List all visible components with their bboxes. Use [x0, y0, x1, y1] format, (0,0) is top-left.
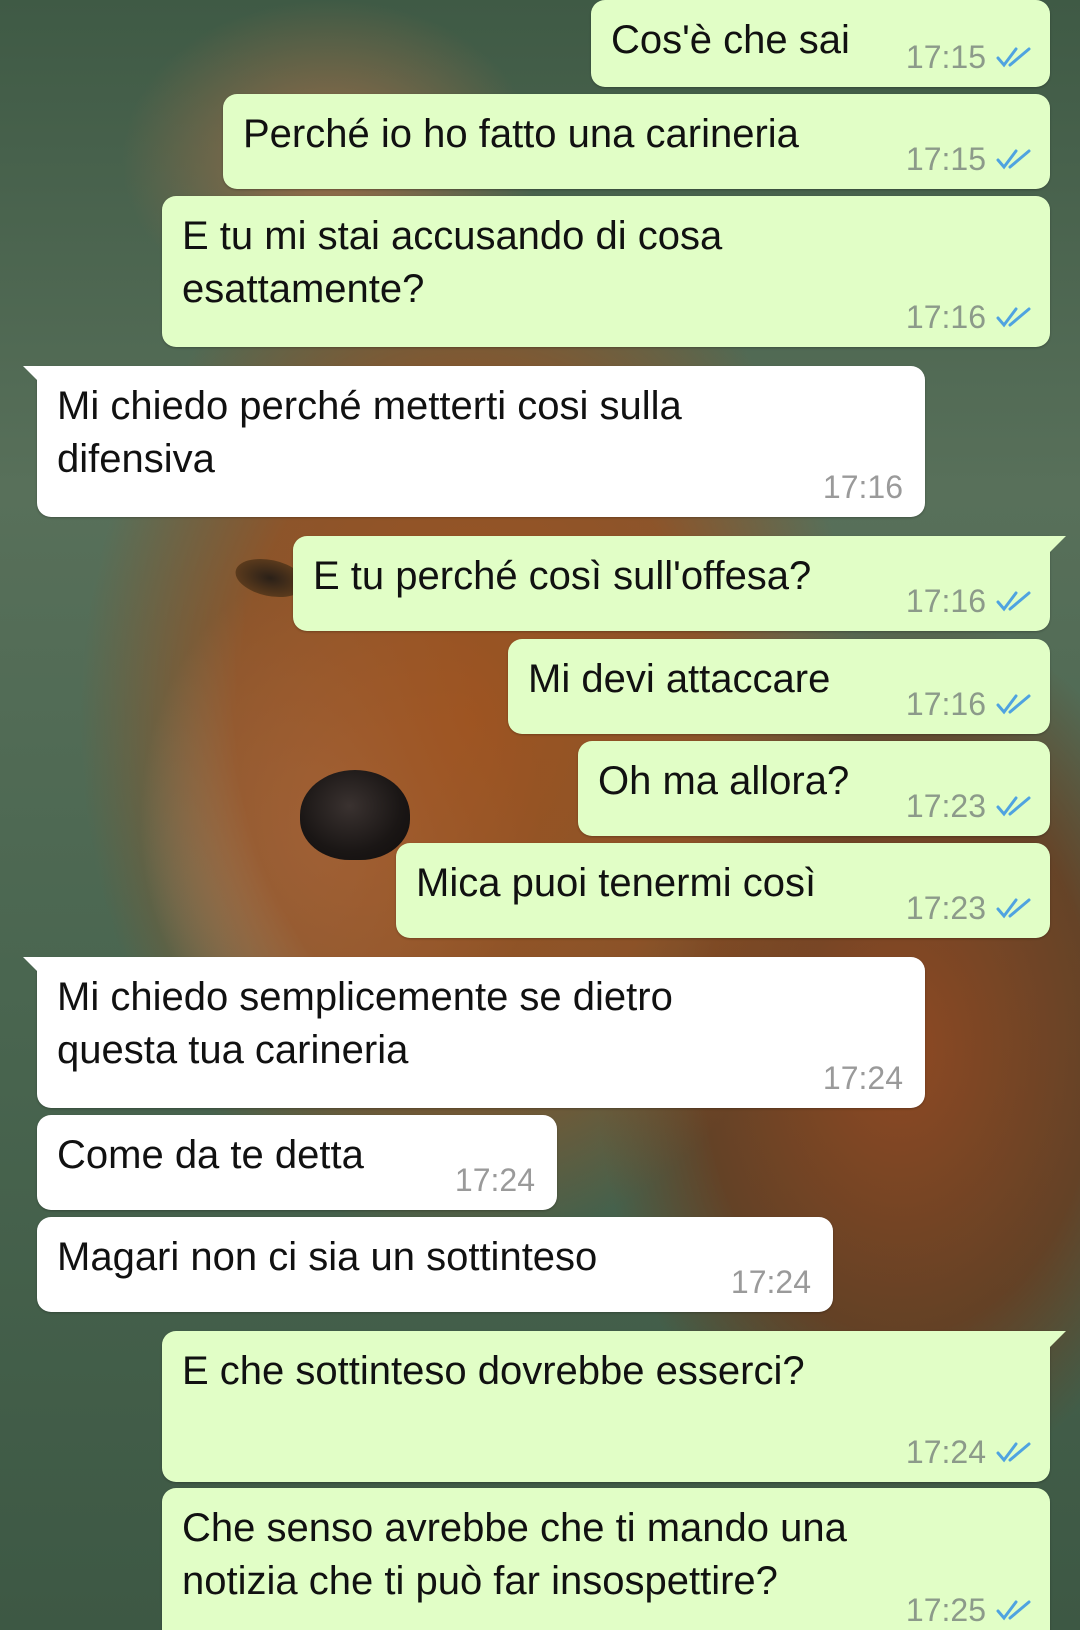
double-check-icon — [996, 1442, 1031, 1463]
bubble-tail — [23, 366, 45, 388]
message-meta: 17:15 — [906, 39, 1032, 75]
message-text: Che senso avrebbe che ti mando una notiz… — [182, 1506, 847, 1603]
message-outgoing[interactable]: Mica puoi tenermi così 17:23 — [396, 843, 1050, 938]
message-text: Perché io ho fatto una carineria — [243, 112, 799, 156]
message-meta: 17:24 — [731, 1264, 811, 1300]
message-time: 17:16 — [905, 583, 986, 619]
message-meta: 17:16 — [906, 686, 1032, 722]
double-check-icon — [996, 796, 1031, 817]
message-outgoing[interactable]: E tu mi stai accusando di cosa esattamen… — [162, 196, 1050, 347]
message-outgoing[interactable]: Mi devi attaccare 17:16 — [508, 639, 1050, 734]
message-outgoing[interactable]: E tu perché così sull'offesa? 17:16 — [293, 536, 1066, 631]
message-time: 17:16 — [905, 299, 986, 335]
message-text: Mi chiedo perché metterti cosi sulla dif… — [57, 384, 682, 481]
message-time: 17:24 — [730, 1264, 811, 1300]
message-text: E tu perché così sull'offesa? — [313, 554, 812, 598]
double-check-icon — [996, 694, 1031, 715]
message-time: 17:24 — [905, 1434, 986, 1470]
message-text: Cos'è che sai — [611, 18, 850, 62]
bubble-tail — [23, 957, 45, 979]
message-time: 17:16 — [822, 469, 903, 505]
bubble-tail — [1044, 536, 1066, 558]
message-time: 17:25 — [905, 1592, 986, 1628]
message-outgoing[interactable]: Che senso avrebbe che ti mando una notiz… — [162, 1488, 1050, 1630]
message-incoming[interactable]: Mi chiedo perché metterti cosi sulla dif… — [23, 366, 925, 517]
message-time: 17:16 — [905, 686, 986, 722]
message-incoming[interactable]: Come da te detta 17:24 — [37, 1115, 557, 1210]
bubble-tail — [1044, 1331, 1066, 1353]
double-check-icon — [996, 47, 1031, 68]
message-time: 17:23 — [905, 890, 986, 926]
message-meta: 17:25 — [906, 1592, 1032, 1628]
double-check-icon — [996, 591, 1031, 612]
message-outgoing[interactable]: Cos'è che sai 17:15 — [591, 0, 1050, 87]
message-meta: 17:16 — [906, 299, 1032, 335]
double-check-icon — [996, 307, 1031, 328]
message-time: 17:15 — [905, 141, 986, 177]
message-meta: 17:16 — [906, 583, 1032, 619]
message-outgoing[interactable]: E che sottinteso dovrebbe esserci? 17:24 — [162, 1331, 1066, 1482]
message-text: Mi devi attaccare — [528, 657, 831, 701]
message-text: Mica puoi tenermi così — [416, 861, 817, 905]
double-check-icon — [996, 149, 1031, 170]
double-check-icon — [996, 1600, 1031, 1621]
message-text: Come da te detta — [57, 1133, 364, 1177]
message-time: 17:23 — [905, 788, 986, 824]
message-meta: 17:24 — [906, 1434, 1032, 1470]
message-incoming[interactable]: Magari non ci sia un sottinteso 17:24 — [37, 1217, 833, 1312]
message-meta: 17:23 — [906, 788, 1032, 824]
message-meta: 17:24 — [455, 1162, 535, 1198]
message-outgoing[interactable]: Oh ma allora? 17:23 — [578, 741, 1050, 836]
message-incoming[interactable]: Mi chiedo semplicemente se dietro questa… — [23, 957, 925, 1108]
message-time: 17:15 — [905, 39, 986, 75]
message-meta: 17:15 — [906, 141, 1032, 177]
message-text: Mi chiedo semplicemente se dietro questa… — [57, 975, 673, 1072]
wallpaper-fox-nose — [300, 770, 410, 860]
message-meta: 17:23 — [906, 890, 1032, 926]
message-text: E tu mi stai accusando di cosa esattamen… — [182, 214, 723, 311]
message-text: Oh ma allora? — [598, 759, 850, 803]
message-text: Magari non ci sia un sottinteso — [57, 1235, 598, 1279]
message-meta: 17:16 — [823, 469, 903, 505]
message-meta: 17:24 — [823, 1060, 903, 1096]
message-outgoing[interactable]: Perché io ho fatto una carineria 17:15 — [223, 94, 1050, 189]
message-time: 17:24 — [454, 1162, 535, 1198]
message-text: E che sottinteso dovrebbe esserci? — [182, 1349, 805, 1393]
double-check-icon — [996, 898, 1031, 919]
message-time: 17:24 — [822, 1060, 903, 1096]
